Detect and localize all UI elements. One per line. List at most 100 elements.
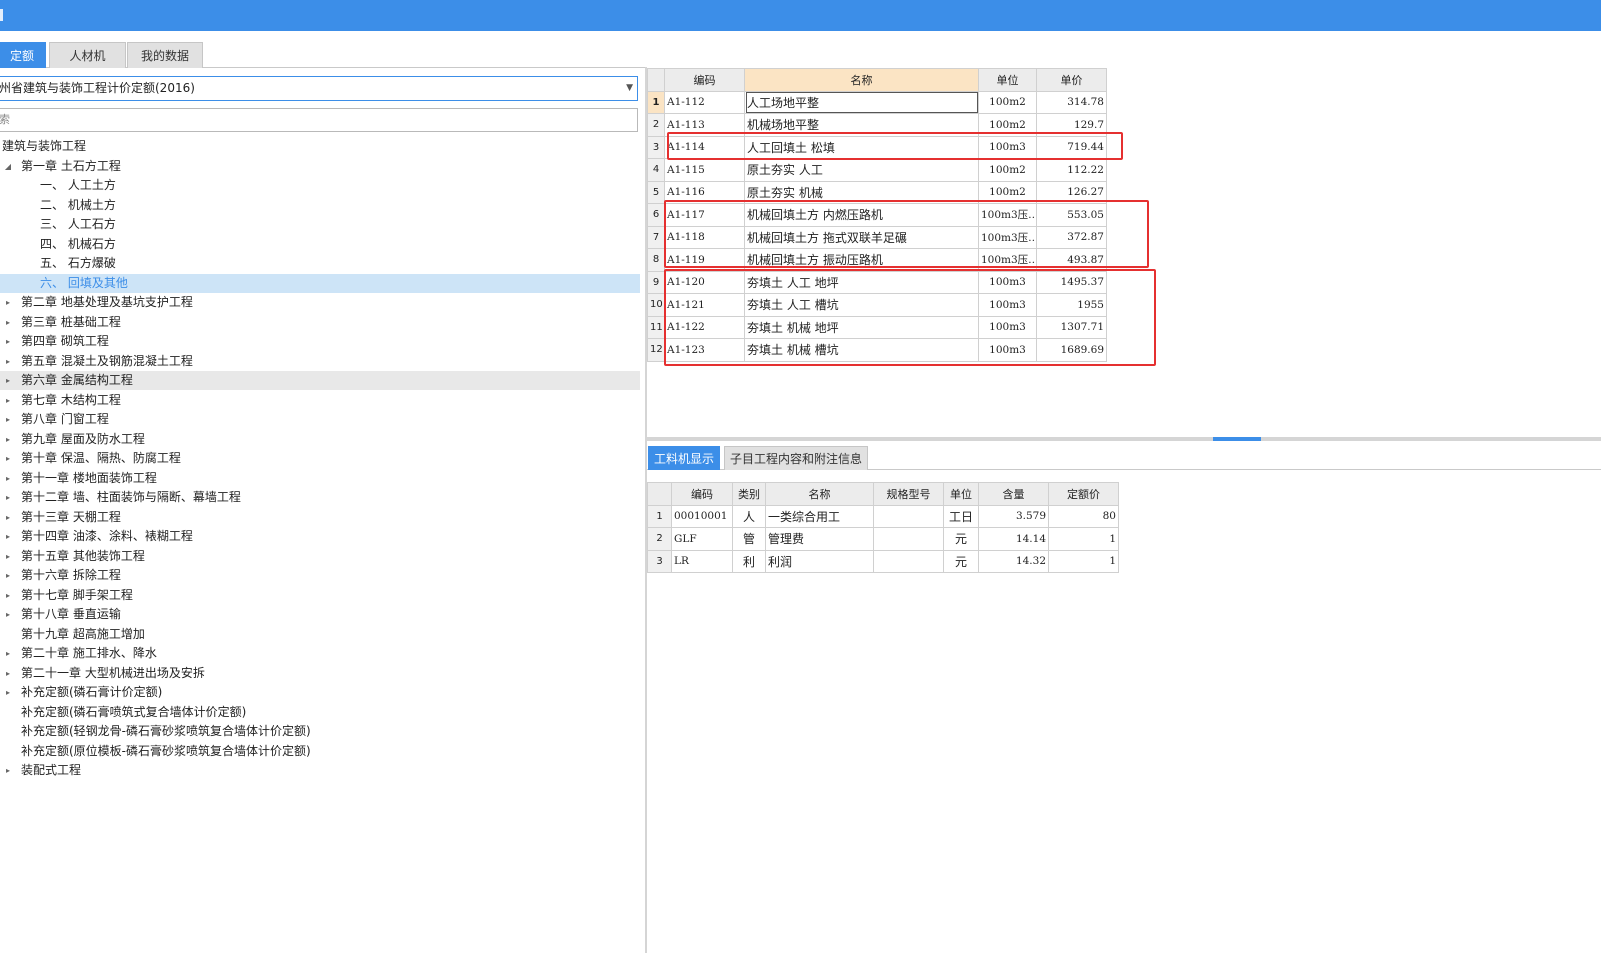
cell-unit[interactable]: 100m2 — [978, 158, 1037, 182]
cell-code[interactable]: A1-112 — [664, 90, 745, 114]
cell-qty[interactable]: 14.14 — [978, 527, 1049, 551]
collapsed-arrow-icon[interactable]: ▸ — [3, 605, 13, 624]
quota-row[interactable]: 2 A1-113 机械场地平整 100m2 129.7 — [647, 113, 1107, 137]
cell-unit[interactable]: 100m3 — [978, 293, 1037, 317]
row-number[interactable]: 10 — [647, 293, 665, 317]
tree-item[interactable]: ▸ 第四章 砌筑工程 — [0, 332, 640, 351]
cell-name[interactable]: 夯填土 人工 槽坑 — [744, 293, 979, 317]
cell-unit[interactable]: 100m2 — [978, 113, 1037, 137]
tree-item[interactable]: 六、 回填及其他 — [0, 273, 640, 293]
quota-row[interactable]: 12 A1-123 夯填土 机械 槽坑 100m3 1689.69 — [647, 338, 1107, 362]
collapsed-arrow-icon[interactable]: ▸ — [3, 761, 13, 780]
cell-price[interactable]: 1307.71 — [1036, 315, 1107, 339]
collapsed-arrow-icon[interactable]: ▸ — [3, 449, 13, 468]
tree-item[interactable]: ▸ 第十八章 垂直运输 — [0, 605, 640, 624]
row-number[interactable]: 6 — [647, 203, 665, 227]
collapsed-arrow-icon[interactable]: ▸ — [3, 664, 13, 683]
collapsed-arrow-icon[interactable]: ▸ — [3, 547, 13, 566]
cell-price[interactable]: 129.7 — [1036, 113, 1107, 137]
cell-price[interactable]: 1955 — [1036, 293, 1107, 317]
tree-item[interactable]: ▸ 补充定额(磷石膏计价定额) — [0, 683, 640, 702]
cell-unit[interactable]: 100m3压… — [978, 225, 1037, 249]
quota-row[interactable]: 1 A1-112 人工场地平整 100m2 314.78 — [647, 90, 1107, 114]
cell-type[interactable]: 管 — [732, 527, 766, 551]
cell-unit[interactable]: 工日 — [943, 504, 979, 528]
cell-name[interactable]: 夯填土 机械 槽坑 — [744, 338, 979, 362]
tree-item[interactable]: 补充定额(磷石膏喷筑式复合墙体计价定额) — [0, 703, 640, 722]
row-number[interactable]: 11 — [647, 315, 665, 339]
quota-row[interactable]: 6 A1-117 机械回填土方 内燃压路机 100m3压… 553.05 — [647, 203, 1107, 227]
row-number[interactable]: 3 — [647, 135, 665, 159]
resource-row[interactable]: 3 LR 利利润 元 14.32 1 — [647, 549, 1119, 573]
cell-unit[interactable]: 100m3压… — [978, 248, 1037, 272]
chevron-down-icon[interactable]: ▼ — [626, 77, 633, 100]
tree-item[interactable]: ▸ 第五章 混凝土及钢筋混凝土工程 — [0, 352, 640, 371]
cell-name[interactable]: 管理费 — [765, 527, 874, 551]
cell-name[interactable]: 原土夯实 机械 — [744, 180, 979, 204]
collapsed-arrow-icon[interactable]: ▸ — [3, 508, 13, 527]
cell-code[interactable]: A1-123 — [664, 338, 745, 362]
cell-code[interactable]: A1-117 — [664, 203, 745, 227]
cell-code[interactable]: A1-119 — [664, 248, 745, 272]
tab-quota[interactable]: 定额 — [0, 42, 46, 68]
tree-item[interactable]: ▸ 第二章 地基处理及基坑支护工程 — [0, 293, 640, 312]
collapsed-arrow-icon[interactable]: ▸ — [3, 391, 13, 410]
cell-code[interactable]: 00010001 — [671, 504, 733, 528]
quota-row[interactable]: 4 A1-115 原土夯实 人工 100m2 112.22 — [647, 158, 1107, 182]
row-number[interactable]: 7 — [647, 225, 665, 249]
cell-price[interactable]: 112.22 — [1036, 158, 1107, 182]
resource-row[interactable]: 2 GLF 管管理费 元 14.14 1 — [647, 527, 1119, 551]
tree-item[interactable]: 三、 人工石方 — [0, 215, 640, 234]
row-number[interactable]: 1 — [647, 504, 672, 528]
cell-price[interactable]: 493.87 — [1036, 248, 1107, 272]
splitter-grip[interactable] — [1213, 437, 1261, 441]
cell-price[interactable]: 126.27 — [1036, 180, 1107, 204]
header-code[interactable]: 编码 — [664, 68, 745, 92]
row-number[interactable]: 9 — [647, 270, 665, 294]
tree-item[interactable]: 第十九章 超高施工增加 — [0, 625, 640, 644]
cell-name[interactable]: 利润 — [765, 549, 874, 573]
row-number[interactable]: 1 — [647, 90, 665, 114]
cell-unit[interactable]: 100m3 — [978, 270, 1037, 294]
cell-qty[interactable]: 3.579 — [978, 504, 1049, 528]
tree-item[interactable]: 五、 石方爆破 — [0, 254, 640, 273]
tree-item[interactable]: ▸ 第十四章 油漆、涂料、裱糊工程 — [0, 527, 640, 546]
collapsed-arrow-icon[interactable]: ▸ — [3, 352, 13, 371]
header-price[interactable]: 单价 — [1036, 68, 1107, 92]
cell-name[interactable]: 机械场地平整 — [744, 113, 979, 137]
row-number[interactable]: 8 — [647, 248, 665, 272]
cell-name[interactable]: 机械回填土方 拖式双联羊足碾 — [744, 225, 979, 249]
tree-item[interactable]: ▸ 装配式工程 — [0, 761, 640, 780]
cell-code[interactable]: A1-113 — [664, 113, 745, 137]
cell-price[interactable]: 80 — [1048, 504, 1119, 528]
res-header-name[interactable]: 名称 — [765, 482, 874, 506]
header-name[interactable]: 名称 — [744, 68, 979, 92]
cell-name[interactable]: 机械回填土方 振动压路机 — [744, 248, 979, 272]
collapsed-arrow-icon[interactable]: ▸ — [3, 313, 13, 332]
cell-unit[interactable]: 100m3 — [978, 315, 1037, 339]
cell-code[interactable]: A1-122 — [664, 315, 745, 339]
tree-item[interactable]: ▸ 第十二章 墙、柱面装饰与隔断、幕墙工程 — [0, 488, 640, 507]
row-number[interactable]: 3 — [647, 549, 672, 573]
tree-item[interactable]: ▸ 第八章 门窗工程 — [0, 410, 640, 429]
res-header-spec[interactable]: 规格型号 — [873, 482, 944, 506]
quota-row[interactable]: 5 A1-116 原土夯实 机械 100m2 126.27 — [647, 180, 1107, 204]
res-header-unit[interactable]: 单位 — [943, 482, 979, 506]
tree-item[interactable]: ▸ 第十七章 脚手架工程 — [0, 586, 640, 605]
collapsed-arrow-icon[interactable]: ▸ — [3, 683, 13, 702]
cell-name[interactable]: 夯填土 机械 地坪 — [744, 315, 979, 339]
tree-item[interactable]: ▸ 第六章 金属结构工程 — [0, 371, 640, 390]
tree-item[interactable]: ▸ 第三章 桩基础工程 — [0, 313, 640, 332]
cell-code[interactable]: A1-116 — [664, 180, 745, 204]
cell-code[interactable]: A1-114 — [664, 135, 745, 159]
res-header-type[interactable]: 类别 — [732, 482, 766, 506]
res-header-qty[interactable]: 含量 — [978, 482, 1049, 506]
cell-code[interactable]: A1-120 — [664, 270, 745, 294]
collapsed-arrow-icon[interactable]: ▸ — [3, 644, 13, 663]
quota-row[interactable]: 8 A1-119 机械回填土方 振动压路机 100m3压… 493.87 — [647, 248, 1107, 272]
tree-item[interactable]: ▸ 第九章 屋面及防水工程 — [0, 430, 640, 449]
res-header-code[interactable]: 编码 — [671, 482, 733, 506]
collapsed-arrow-icon[interactable]: ▸ — [3, 293, 13, 312]
search-input[interactable]: 索 — [0, 108, 638, 132]
cell-name[interactable]: 人工场地平整 — [744, 90, 979, 114]
